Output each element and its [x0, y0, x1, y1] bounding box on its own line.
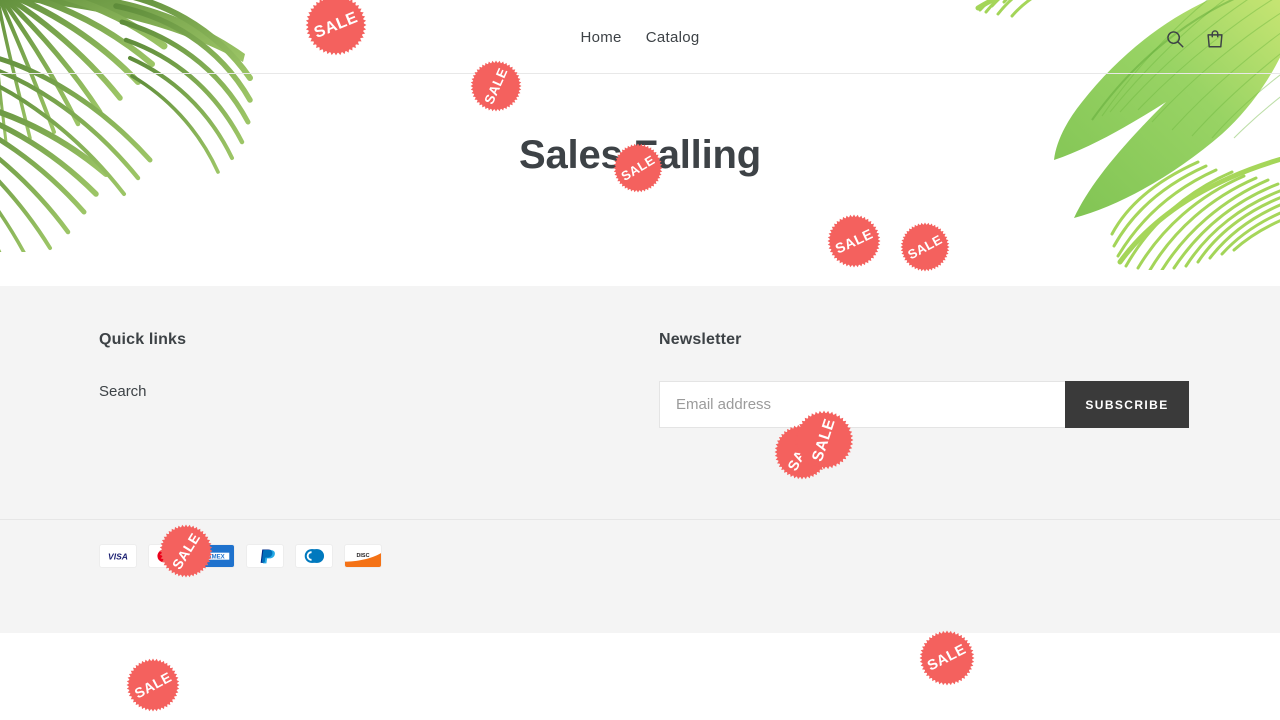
- sale-badge[interactable]: SALE: [827, 214, 881, 268]
- cart-icon[interactable]: [1204, 28, 1226, 50]
- footer-divider: [0, 519, 1280, 520]
- sale-badge[interactable]: SALE: [794, 410, 854, 470]
- newsletter-form: SUBSCRIBE: [659, 381, 1189, 428]
- subscribe-button[interactable]: SUBSCRIBE: [1065, 381, 1189, 428]
- email-input[interactable]: [659, 381, 1065, 428]
- header-icon-group: [1164, 28, 1226, 50]
- footer-quick-links-column: Quick links Search: [99, 286, 659, 428]
- nav-link-home[interactable]: Home: [580, 27, 621, 49]
- diners-club-icon: [295, 544, 333, 568]
- main-navigation: Home Catalog: [0, 27, 1280, 49]
- footer-columns: Quick links Search Newsletter SUBSCRIBE: [99, 286, 1189, 428]
- sale-badge[interactable]: SALE: [126, 658, 180, 712]
- nav-link-catalog[interactable]: Catalog: [646, 27, 700, 49]
- sale-badge[interactable]: SALE: [305, 0, 367, 56]
- paypal-icon: [246, 544, 284, 568]
- payment-methods-list: VISA AMEX DISC: [99, 544, 382, 568]
- sale-badge[interactable]: SALE: [900, 222, 950, 272]
- site-header: Home Catalog: [0, 0, 1280, 74]
- footer-link-search[interactable]: Search: [99, 381, 659, 403]
- newsletter-heading: Newsletter: [659, 331, 742, 348]
- sale-badge[interactable]: SALE: [470, 60, 522, 112]
- sale-badge[interactable]: SALE: [613, 143, 663, 193]
- quick-links-heading: Quick links: [99, 331, 187, 348]
- site-footer: Quick links Search Newsletter SUBSCRIBE …: [0, 286, 1280, 633]
- svg-text:VISA: VISA: [108, 551, 128, 561]
- footer-newsletter-column: Newsletter SUBSCRIBE: [659, 286, 1189, 428]
- sale-badge[interactable]: SALE: [919, 630, 975, 686]
- visa-icon: VISA: [99, 544, 137, 568]
- sale-badge[interactable]: SALE: [159, 524, 213, 578]
- search-icon[interactable]: [1164, 28, 1186, 50]
- page-root: Home Catalog Sales Falling Quick links S…: [0, 0, 1280, 720]
- discover-icon: DISC x: [344, 544, 382, 568]
